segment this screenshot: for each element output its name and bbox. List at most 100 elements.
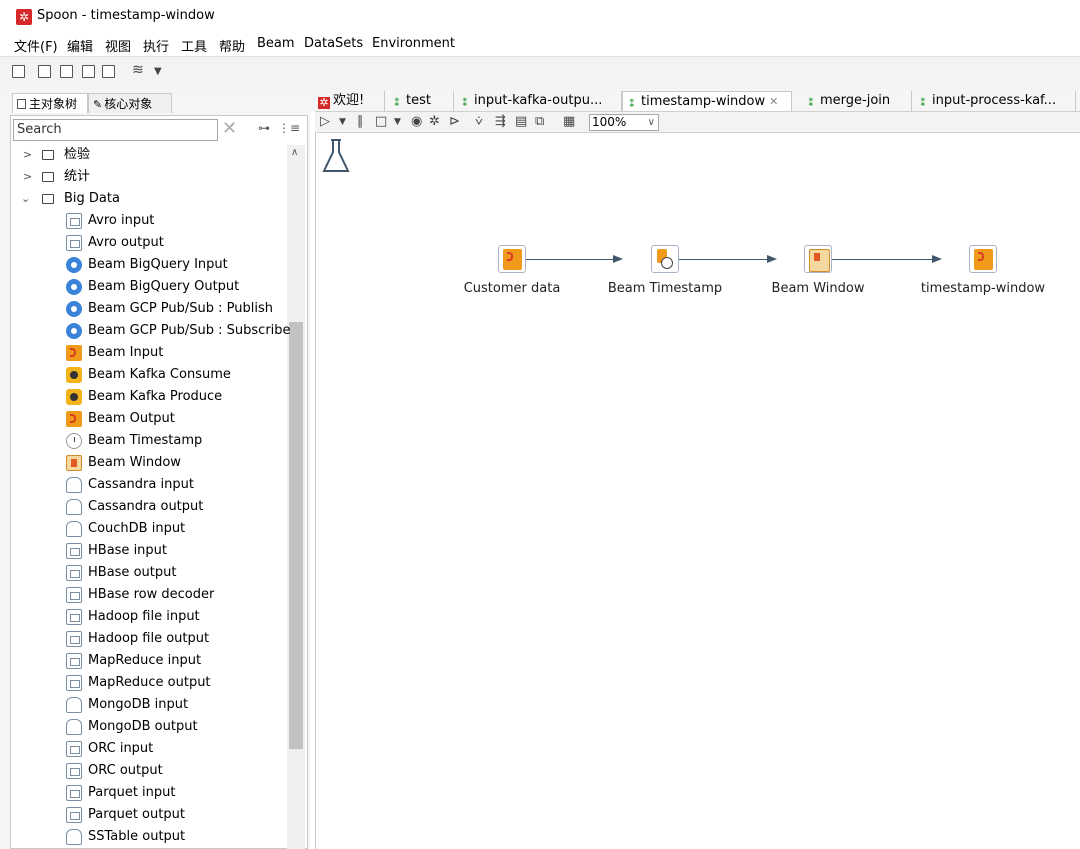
search-input[interactable]: Search <box>13 119 218 141</box>
tree-item-hbase-output[interactable]: HBase output <box>0 562 287 584</box>
save-icon[interactable] <box>82 65 95 78</box>
tree-item-beam-output[interactable]: Beam Output <box>0 408 287 430</box>
tree-item-sstable-output[interactable]: SSTable output <box>0 826 287 848</box>
tree-item-mongodb-output[interactable]: MongoDB output <box>0 716 287 738</box>
transformation-canvas[interactable]: Customer data Beam Timestamp Beam Window… <box>315 133 1080 849</box>
explore-repository-icon[interactable] <box>60 65 73 78</box>
show-results-icon[interactable]: ▦ <box>563 114 575 129</box>
impact-icon[interactable]: ⇶ <box>495 114 506 129</box>
tree-folder-inspection[interactable]: > 检验 <box>20 144 280 166</box>
explore-db-icon[interactable]: ⧉ <box>535 114 544 129</box>
tree-folder-statistics[interactable]: > 统计 <box>20 166 280 188</box>
run-dropdown-icon[interactable]: ▼ <box>339 117 346 127</box>
tab-label: timestamp-window <box>641 94 766 109</box>
tab-main-tree[interactable]: 主对象树 <box>12 93 88 113</box>
tree-item-mongodb-input[interactable]: MongoDB input <box>0 694 287 716</box>
hadoop-file-input-icon <box>66 609 82 625</box>
collapse-all-icon[interactable]: ⊶ <box>258 121 270 135</box>
step-beam-timestamp[interactable] <box>651 245 679 273</box>
tab-core-objects[interactable]: ✎ 核心对象 <box>88 93 172 113</box>
replay-icon[interactable]: ⊳ <box>449 114 460 129</box>
menu-run[interactable]: 执行 <box>143 36 169 55</box>
scroll-thumb[interactable] <box>289 322 303 749</box>
tree-folder-big-data[interactable]: ⌄ Big Data <box>20 188 280 210</box>
cassandra-input-icon <box>66 477 82 493</box>
chevron-down-icon: ∨ <box>647 117 655 128</box>
hop-line[interactable] <box>679 259 767 260</box>
tree-item-hbase-row-decoder[interactable]: HBase row decoder <box>0 584 287 606</box>
stop-icon[interactable]: □ <box>375 114 387 129</box>
menu-file[interactable]: 文件(F) <box>14 36 58 55</box>
menu-beam[interactable]: Beam <box>257 36 295 51</box>
sql-icon[interactable]: ▤ <box>515 114 527 129</box>
chevron-right-icon[interactable]: > <box>23 144 33 166</box>
tree-item-label: Parquet input <box>88 785 176 800</box>
tree-item-avro-output[interactable]: Avro output <box>0 232 287 254</box>
close-tab-icon[interactable]: ✕ <box>769 95 778 108</box>
tree-item-hbase-input[interactable]: HBase input <box>0 540 287 562</box>
tree-item-pubsub-subscribe[interactable]: Beam GCP Pub/Sub : Subscribe <box>0 320 291 342</box>
step-timestamp-window-output[interactable] <box>969 245 997 273</box>
tree-item-hadoop-file-output[interactable]: Hadoop file output <box>0 628 287 650</box>
zoom-select[interactable]: 100% ∨ <box>589 114 659 131</box>
dropdown-arrow-icon[interactable]: ▼ <box>154 66 162 77</box>
open-file-icon[interactable] <box>38 65 51 78</box>
menu-view[interactable]: 视图 <box>105 36 131 55</box>
tree-scrollbar[interactable]: ∧ <box>287 145 305 849</box>
tree-item-orc-input[interactable]: ORC input <box>0 738 287 760</box>
chevron-right-icon[interactable]: > <box>23 166 33 188</box>
verify-icon[interactable]: ⩒ <box>475 114 483 129</box>
tab-test[interactable]: ⁑ test <box>388 91 454 111</box>
pause-icon[interactable]: ∥ <box>357 114 364 129</box>
tree-item-beam-timestamp[interactable]: Beam Timestamp <box>0 430 287 452</box>
tree-item-parquet-input[interactable]: Parquet input <box>0 782 287 804</box>
new-file-icon[interactable] <box>12 65 25 78</box>
menu-datasets[interactable]: DataSets <box>304 36 363 51</box>
debug-icon[interactable]: ✲ <box>429 114 440 129</box>
tree-item-orc-output[interactable]: ORC output <box>0 760 287 782</box>
menu-help[interactable]: 帮助 <box>219 36 245 55</box>
scroll-up-icon[interactable]: ∧ <box>291 147 298 158</box>
hop-line[interactable] <box>832 259 932 260</box>
hbase-row-decoder-icon <box>66 587 82 603</box>
preview-icon[interactable]: ◉ <box>411 114 422 129</box>
tree-item-mapreduce-input[interactable]: MapReduce input <box>0 650 287 672</box>
hop-line[interactable] <box>526 259 613 260</box>
tab-welcome[interactable]: ✲ 欢迎! <box>315 91 385 111</box>
tab-input-kafka-output[interactable]: ⁑ input-kafka-outpu... <box>456 91 622 111</box>
menu-tools[interactable]: 工具 <box>181 36 207 55</box>
tree-item-bigquery-input[interactable]: Beam BigQuery Input <box>0 254 287 276</box>
step-beam-window[interactable] <box>804 245 832 273</box>
save-as-icon[interactable] <box>102 65 115 78</box>
step-customer-data[interactable] <box>498 245 526 273</box>
tree-item-kafka-produce[interactable]: Beam Kafka Produce <box>0 386 287 408</box>
perspective-icon[interactable]: ≋ <box>132 62 144 78</box>
tree-item-label: Beam Kafka Produce <box>88 389 223 404</box>
tree-item-parquet-output[interactable]: Parquet output <box>0 804 287 826</box>
menu-edit[interactable]: 编辑 <box>67 36 93 55</box>
menu-environment[interactable]: Environment <box>372 36 455 51</box>
tree-item-avro-input[interactable]: Avro input <box>0 210 287 232</box>
stop-dropdown-icon[interactable]: ▼ <box>394 117 401 127</box>
tree-item-label: MongoDB input <box>88 697 189 712</box>
tree-item-kafka-consume[interactable]: Beam Kafka Consume <box>0 364 287 386</box>
tree-item-label: Beam BigQuery Output <box>88 279 240 294</box>
tree-item-cassandra-input[interactable]: Cassandra input <box>0 474 287 496</box>
tree-item-bigquery-output[interactable]: Beam BigQuery Output <box>0 276 287 298</box>
tab-timestamp-window[interactable]: ⁑ timestamp-window ✕ <box>622 91 792 111</box>
tree-item-pubsub-publish[interactable]: Beam GCP Pub/Sub : Publish <box>0 298 287 320</box>
expand-all-icon[interactable]: ⋮≡ <box>278 121 300 135</box>
run-icon[interactable]: ▷ <box>320 114 330 129</box>
tab-merge-join[interactable]: ⁑ merge-join <box>802 91 912 111</box>
tab-input-process-kafka[interactable]: ⁑ input-process-kaf... <box>914 91 1076 111</box>
couchdb-input-icon <box>66 521 82 537</box>
tree-item-beam-input[interactable]: Beam Input <box>0 342 287 364</box>
tree-item-beam-window[interactable]: Beam Window <box>0 452 287 474</box>
clear-search-icon[interactable]: ✕ <box>222 118 237 139</box>
chevron-down-icon[interactable]: ⌄ <box>21 188 31 210</box>
tree-item-hadoop-file-input[interactable]: Hadoop file input <box>0 606 287 628</box>
tree-item-cassandra-output[interactable]: Cassandra output <box>0 496 287 518</box>
tree-item-couchdb-input[interactable]: CouchDB input <box>0 518 287 540</box>
tree-item-mapreduce-output[interactable]: MapReduce output <box>0 672 287 694</box>
tab-label: 核心对象 <box>104 97 153 111</box>
